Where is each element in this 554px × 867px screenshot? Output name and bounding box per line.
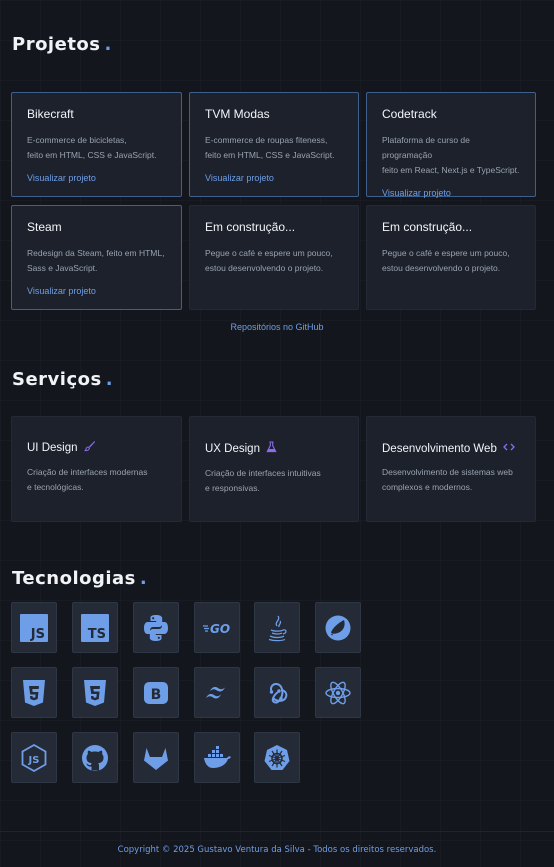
service-card-web-development: Desenvolvimento Web Desenvolvimento de s… xyxy=(366,416,536,522)
tech-tile: GO xyxy=(194,602,240,653)
project-description: E-commerce de roupas fiteness, feito em … xyxy=(205,135,335,160)
project-name: Codetrack xyxy=(382,107,437,121)
project-name: TVM Modas xyxy=(205,107,270,121)
tailwind-icon xyxy=(206,686,225,698)
tech-tile xyxy=(194,732,240,783)
title-dot: . xyxy=(139,568,148,589)
project-description: Plataforma de curso de programação feito… xyxy=(382,135,520,175)
docker-icon xyxy=(204,745,231,768)
project-card-under-construction: Em construção... Pegue o café e espere u… xyxy=(366,205,536,310)
view-project-link[interactable]: Visualizar projeto xyxy=(205,173,343,183)
service-card-ux-design: UX Design Criação de interfaces intuitiv… xyxy=(189,416,359,522)
project-card-steam: Steam Redesign da Steam, feito em HTML, … xyxy=(11,205,182,310)
github-repositories-link[interactable]: Repositórios no GitHub xyxy=(0,322,554,332)
svg-text:JS: JS xyxy=(30,627,45,642)
svg-text:JS: JS xyxy=(28,755,40,766)
react-icon xyxy=(325,681,351,704)
github-icon xyxy=(82,744,108,771)
tech-tile xyxy=(133,732,179,783)
projects-title-text: Projetos xyxy=(12,34,101,55)
flask-icon xyxy=(266,441,277,456)
view-project-link[interactable]: Visualizar projeto xyxy=(27,173,166,183)
service-heading: Desenvolvimento Web xyxy=(382,442,520,455)
project-description: Pegue o café e espere um pouco, estou de… xyxy=(382,248,510,273)
tech-tile: JS xyxy=(11,732,57,783)
project-description: E-commerce de bicicletas, feito em HTML,… xyxy=(27,135,157,160)
service-card-ui-design: UI Design Criação de interfaces modernas… xyxy=(11,416,182,522)
javascript-icon: JS xyxy=(20,613,48,642)
tech-tile: B xyxy=(133,667,179,718)
gitlab-icon xyxy=(144,747,168,770)
service-heading: UI Design xyxy=(27,440,166,455)
python-icon xyxy=(144,614,168,641)
service-name: Desenvolvimento Web xyxy=(382,442,497,455)
technologies-title: Tecnologias. xyxy=(12,568,147,589)
project-name: Em construção... xyxy=(382,220,473,234)
redux-icon xyxy=(269,682,288,703)
copyright-text: Copyright © 2025 Gustavo Ventura da Silv… xyxy=(117,844,437,855)
technologies-title-text: Tecnologias xyxy=(12,568,136,589)
brush-icon xyxy=(83,440,96,455)
project-card-codetrack: Codetrack Plataforma de curso de program… xyxy=(366,92,536,198)
page-footer: Copyright © 2025 Gustavo Ventura da Silv… xyxy=(0,831,554,867)
service-description: Criação de interfaces modernas e tecnoló… xyxy=(27,467,148,492)
project-card-tvm-modas: TVM Modas E-commerce de roupas fiteness,… xyxy=(189,92,359,197)
tech-tile xyxy=(72,732,118,783)
services-title: Serviços. xyxy=(12,369,113,390)
services-title-text: Serviços xyxy=(12,369,102,390)
svg-text:TS: TS xyxy=(88,627,106,642)
tech-tile xyxy=(254,667,300,718)
project-name: Em construção... xyxy=(205,220,296,234)
typescript-icon: TS xyxy=(81,613,109,642)
css3-icon xyxy=(84,679,106,706)
title-dot: . xyxy=(104,34,112,55)
go-icon: GO xyxy=(203,622,230,636)
projects-title: Projetos. xyxy=(12,34,112,55)
project-name: Bikecraft xyxy=(27,107,74,121)
tech-tile xyxy=(254,732,300,783)
view-project-link[interactable]: Visualizar projeto xyxy=(382,188,520,198)
nodejs-icon: JS xyxy=(21,743,47,772)
tech-tile xyxy=(72,667,118,718)
service-description: Desenvolvimento de sistemas web complexo… xyxy=(382,467,513,492)
tech-tile xyxy=(254,602,300,653)
tech-tile xyxy=(133,602,179,653)
title-dot: . xyxy=(105,369,114,390)
tech-tile xyxy=(194,667,240,718)
project-description: Redesign da Steam, feito em HTML, Sass e… xyxy=(27,248,165,273)
kubernetes-icon xyxy=(264,744,290,770)
tech-tile xyxy=(315,667,361,718)
tech-tile: JS xyxy=(11,602,57,653)
project-name: Steam xyxy=(27,220,62,234)
html5-icon xyxy=(23,679,45,706)
project-description: Pegue o café e espere um pouco, estou de… xyxy=(205,248,333,273)
service-heading: UX Design xyxy=(205,441,343,456)
service-description: Criação de interfaces intuitivas e respo… xyxy=(205,468,321,493)
java-icon xyxy=(268,615,287,641)
svg-text:B: B xyxy=(151,687,162,703)
tech-tile xyxy=(315,602,361,653)
tech-tile: TS xyxy=(72,602,118,653)
code-icon xyxy=(502,442,515,455)
service-name: UI Design xyxy=(27,441,78,454)
tech-tile xyxy=(11,667,57,718)
spring-icon xyxy=(325,615,351,640)
project-card-under-construction: Em construção... Pegue o café e espere u… xyxy=(189,205,359,310)
service-name: UX Design xyxy=(205,442,260,455)
project-card-bikecraft: Bikecraft E-commerce de bicicletas, feit… xyxy=(11,92,182,197)
svg-text:GO: GO xyxy=(210,622,230,636)
view-project-link[interactable]: Visualizar projeto xyxy=(27,286,166,296)
bootstrap-icon: B xyxy=(144,681,168,704)
